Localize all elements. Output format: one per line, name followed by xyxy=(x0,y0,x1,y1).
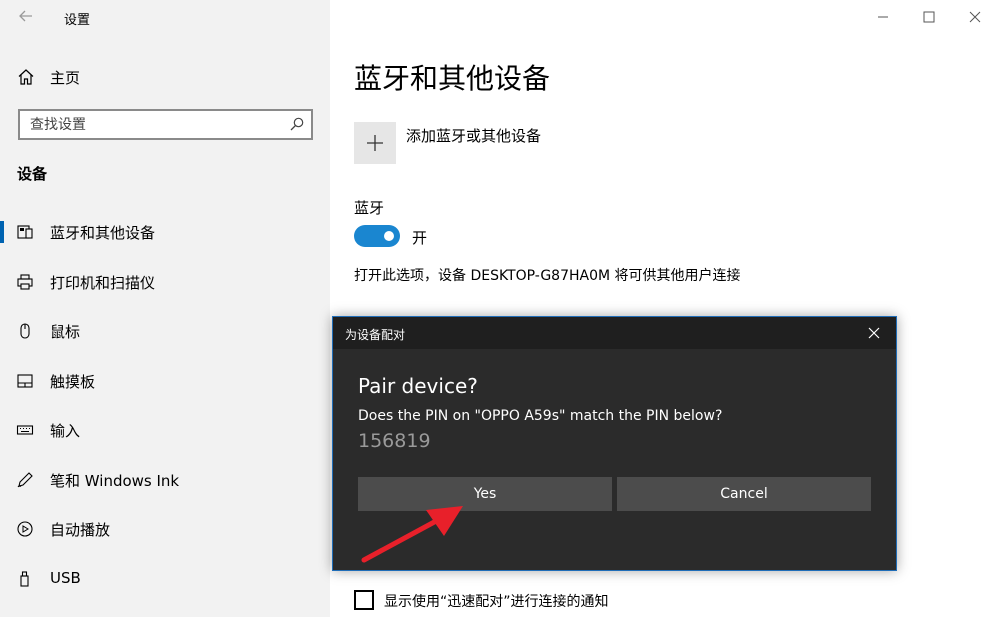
pen-icon xyxy=(16,471,34,489)
yes-button[interactable]: Yes xyxy=(358,477,612,511)
section-title: 设备 xyxy=(17,165,48,183)
dialog-question: Does the PIN on "OPPO A59s" match the PI… xyxy=(358,408,723,424)
toggle-knob xyxy=(384,231,394,241)
cancel-button[interactable]: Cancel xyxy=(617,477,871,511)
back-arrow-icon[interactable] xyxy=(16,6,36,26)
sidebar-item-pen[interactable]: 笔和 Windows Ink xyxy=(0,456,330,506)
bluetooth-state: 开 xyxy=(412,229,428,247)
sidebar-item-label: 触摸板 xyxy=(50,372,96,391)
sidebar-item-mouse[interactable]: 鼠标 xyxy=(0,307,330,357)
sidebar-item-label: 笔和 Windows Ink xyxy=(50,471,180,490)
sidebar-item-label: 蓝牙和其他设备 xyxy=(50,224,156,242)
sidebar-item-typing[interactable]: 输入 xyxy=(0,406,330,456)
discoverable-text: 打开此选项，设备 DESKTOP-G87HA0M 将可供其他用户连接 xyxy=(354,268,741,284)
close-icon[interactable] xyxy=(964,6,986,28)
sidebar-item-label: USB xyxy=(50,568,81,587)
sidebar-item-bluetooth[interactable]: 蓝牙和其他设备 xyxy=(0,208,330,258)
keyboard-icon xyxy=(16,421,34,439)
app-title: 设置 xyxy=(64,13,91,28)
pair-device-dialog: 为设备配对 Pair device? Does the PIN on "OPPO… xyxy=(332,316,897,571)
printer-icon xyxy=(16,273,34,291)
touchpad-icon xyxy=(16,372,34,390)
usb-icon xyxy=(16,570,34,588)
add-device-button[interactable] xyxy=(354,122,396,164)
swift-pair-label[interactable]: 显示使用“迅速配对”进行连接的通知 xyxy=(384,591,609,611)
settings-window: 设置 主页 设备 蓝牙和其他设备 xyxy=(0,0,1000,617)
sidebar-nav: 蓝牙和其他设备 打印机和扫描仪 鼠标 触摸板 输入 笔和 Windows Ink… xyxy=(0,208,330,604)
pin-code: 156819 xyxy=(358,430,431,452)
search-input[interactable] xyxy=(20,111,280,138)
title-bar: 设置 xyxy=(0,0,330,34)
sidebar-item-autoplay[interactable]: 自动播放 xyxy=(0,505,330,555)
sidebar-item-label: 打印机和扫描仪 xyxy=(50,273,156,292)
search-icon[interactable] xyxy=(289,116,305,132)
maximize-icon[interactable] xyxy=(918,6,940,28)
sidebar: 设置 主页 设备 蓝牙和其他设备 xyxy=(0,0,330,617)
swift-pair-checkbox[interactable] xyxy=(354,590,374,610)
sidebar-item-label: 鼠标 xyxy=(50,323,81,341)
sidebar-item-label: 输入 xyxy=(50,422,81,440)
dialog-title-bar: 为设备配对 xyxy=(333,317,896,349)
plus-icon xyxy=(365,133,385,153)
sidebar-item-usb[interactable]: USB xyxy=(0,555,330,605)
sidebar-item-home[interactable]: 主页 xyxy=(0,62,330,92)
add-device-label[interactable]: 添加蓝牙或其他设备 xyxy=(406,125,541,146)
page-title: 蓝牙和其他设备 xyxy=(354,62,551,95)
dialog-title: 为设备配对 xyxy=(345,328,406,342)
mouse-icon xyxy=(16,322,34,340)
home-label: 主页 xyxy=(50,69,81,87)
search-box[interactable] xyxy=(18,109,313,140)
sidebar-item-label: 自动播放 xyxy=(50,521,111,539)
dialog-heading: Pair device? xyxy=(358,374,478,398)
minimize-icon[interactable] xyxy=(872,6,894,28)
bluetooth-label: 蓝牙 xyxy=(354,199,385,217)
bluetooth-devices-icon xyxy=(16,223,34,241)
sidebar-item-printers[interactable]: 打印机和扫描仪 xyxy=(0,258,330,308)
dialog-close-icon[interactable] xyxy=(864,323,884,343)
home-icon xyxy=(17,68,35,86)
bluetooth-toggle[interactable] xyxy=(354,225,400,247)
sidebar-item-touchpad[interactable]: 触摸板 xyxy=(0,357,330,407)
autoplay-icon xyxy=(16,520,34,538)
